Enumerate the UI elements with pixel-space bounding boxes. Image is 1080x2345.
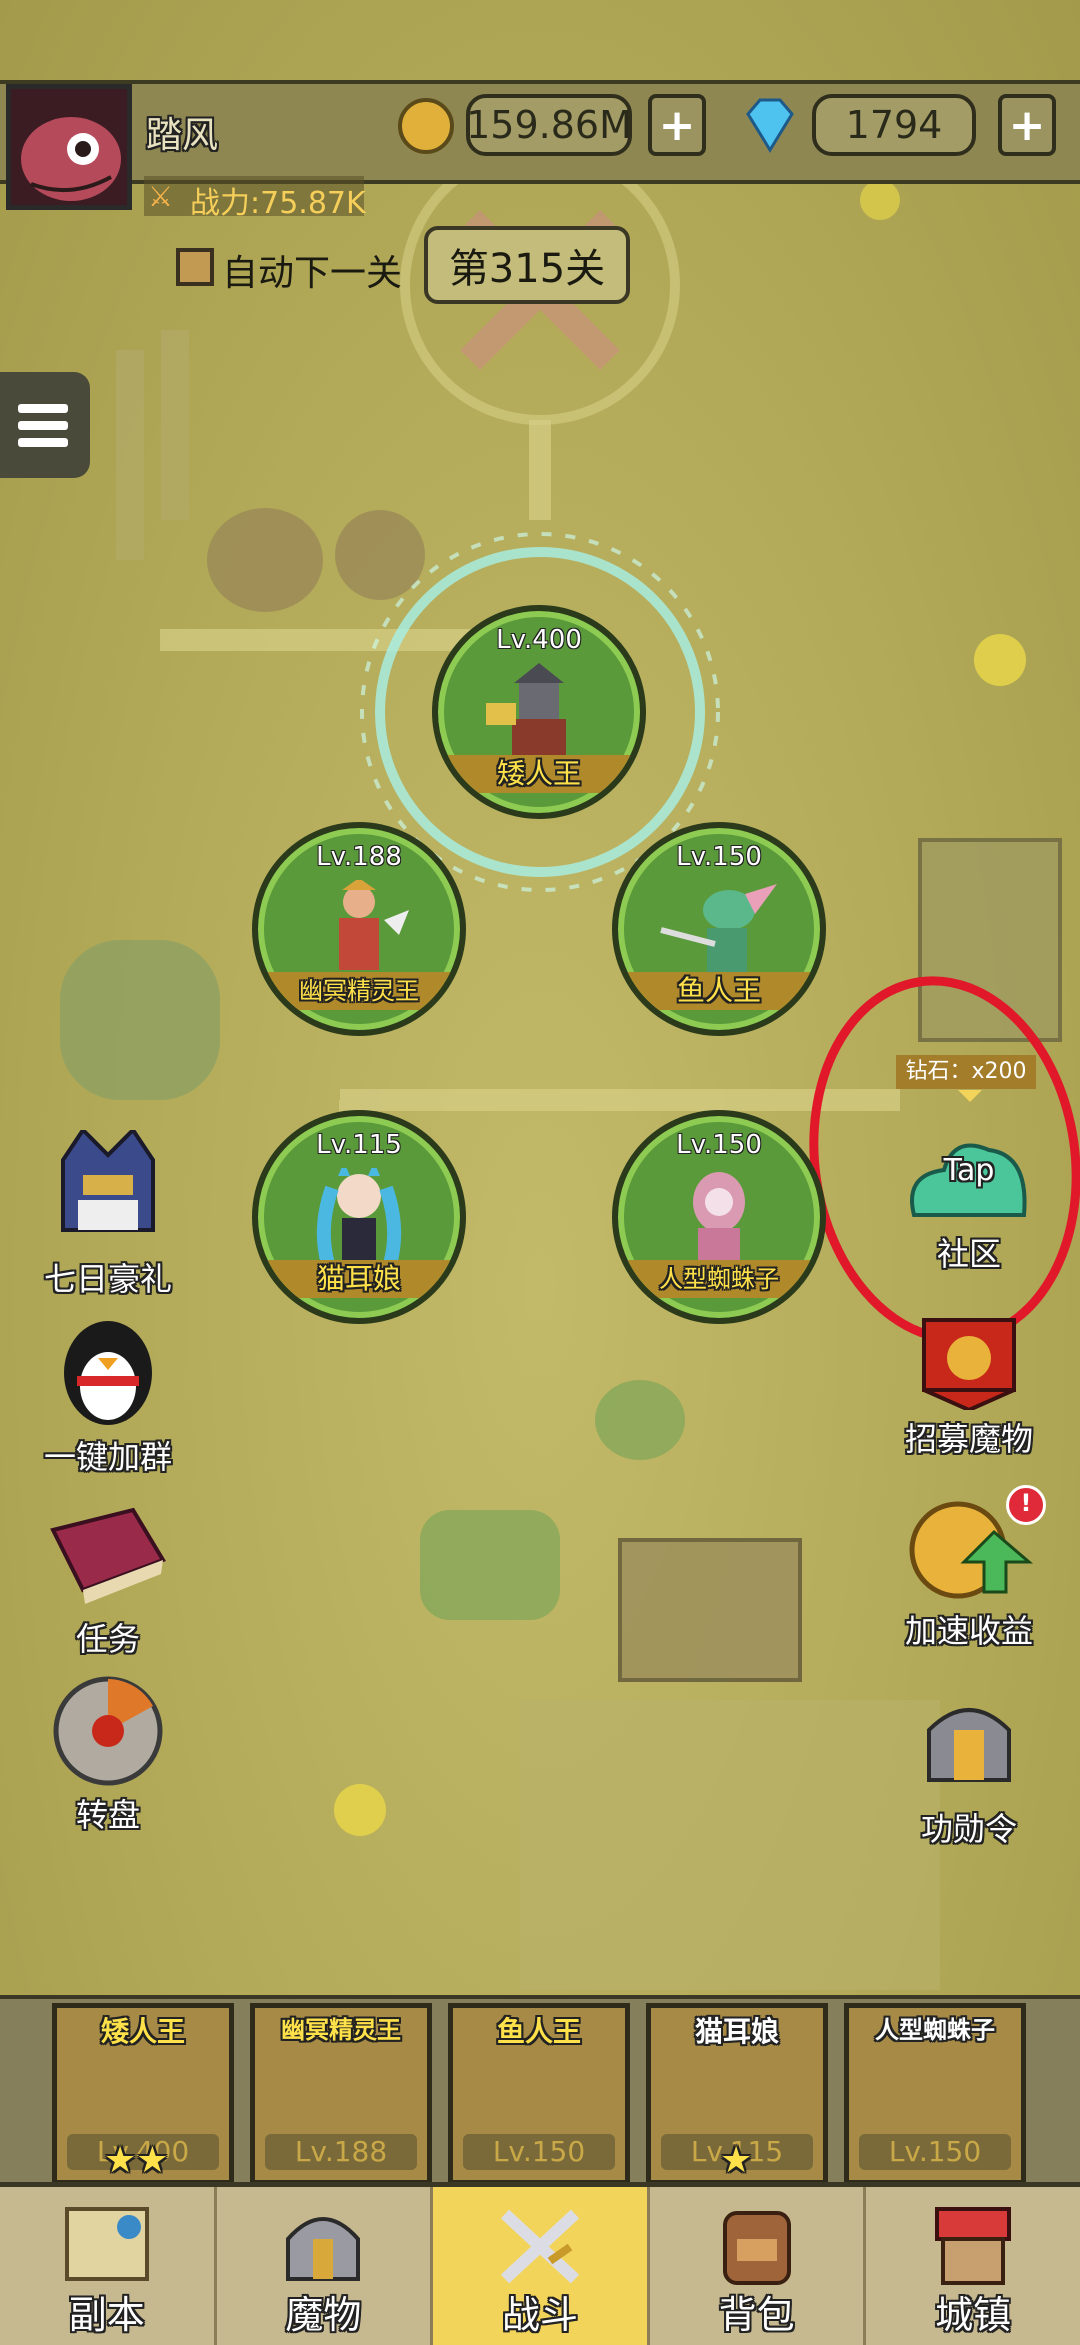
team-card-level: Lv.188	[265, 2134, 417, 2170]
tab-label: 副本	[68, 2293, 145, 2337]
power-icon: ⚔	[148, 180, 174, 213]
roulette-wheel-icon	[53, 1676, 163, 1786]
shop-icon	[935, 2207, 1012, 2285]
star-rating-icon: ★★	[104, 2140, 169, 2181]
monster-node-dwarf-king[interactable]: Lv.400 矮人王	[432, 605, 646, 819]
team-card-level: Lv.150	[859, 2134, 1011, 2170]
team-card-level: Lv.150	[463, 2134, 615, 2170]
tasks-button[interactable]: 任务	[33, 1500, 183, 1660]
tab-battle[interactable]: 战斗	[433, 2187, 650, 2345]
tasks-label: 任务	[75, 1620, 140, 1658]
gold-helmet-icon	[927, 1708, 1011, 1782]
power-value: 战力:75.87K	[190, 186, 366, 221]
tab-label: 战斗	[501, 2293, 578, 2337]
merit-order-button[interactable]: 功勋令	[894, 1690, 1044, 1850]
wheel-label: 转盘	[75, 1796, 140, 1834]
hamburger-icon	[18, 404, 68, 447]
backpack-icon	[722, 2211, 791, 2285]
team-card-name: 鱼人王	[496, 2015, 581, 2048]
monster-name: 鱼人王	[628, 972, 810, 1010]
tab-town[interactable]: 城镇	[866, 2187, 1080, 2345]
monster-level: Lv.115	[316, 1130, 402, 1160]
team-card-fishman-king[interactable]: 鱼人王 Lv.150	[448, 2003, 630, 2185]
team-card-nether-elf-king[interactable]: 幽冥精灵王 Lv.188	[250, 2003, 432, 2185]
banner-helmet-icon	[922, 1318, 1016, 1413]
lizard-avatar-icon	[21, 117, 121, 201]
elf-king-icon	[339, 880, 409, 970]
auto-next-label: 自动下一关	[222, 253, 403, 294]
monster-level: Lv.150	[676, 842, 762, 872]
team-card-name: 矮人王	[100, 2015, 185, 2048]
monster-name: 幽冥精灵王	[268, 972, 450, 1010]
community-button[interactable]: Tap 社区	[894, 1125, 1044, 1275]
diamond-icon	[746, 98, 794, 153]
monster-node-spider-girl[interactable]: Lv.150 人型蜘蛛子	[612, 1110, 826, 1324]
current-stage[interactable]: 第315关	[424, 226, 630, 304]
team-card-name: 人型蜘蛛子	[875, 2016, 995, 2044]
community-reward-tag: 钻石：x200	[896, 1055, 1036, 1089]
tab-label: 魔物	[285, 2293, 362, 2337]
spider-girl-icon	[693, 1172, 745, 1264]
star-rating-icon: ★	[720, 2140, 753, 2181]
community-label: 社区	[936, 1235, 1001, 1273]
recruit-monster-button[interactable]: 招募魔物	[894, 1310, 1044, 1460]
reward-pointer-icon	[958, 1090, 982, 1102]
seven-day-gift-button[interactable]: 七日豪礼	[33, 1126, 183, 1300]
gold-amount: 159.86M	[466, 94, 632, 156]
join-group-label: 一键加群	[43, 1438, 172, 1476]
helmet-icon	[286, 2217, 361, 2281]
monster-level: Lv.150	[676, 1130, 762, 1160]
crossed-swords-icon	[500, 2209, 580, 2284]
bottom-nav: 副本 魔物 战斗 背包 城镇	[0, 2182, 1080, 2345]
knight-helmet-icon	[61, 1126, 155, 1232]
add-diamonds-button[interactable]: +	[998, 94, 1056, 156]
fishman-king-icon	[660, 884, 777, 972]
cat-girl-icon	[316, 1168, 402, 1266]
wheel-button[interactable]: 转盘	[33, 1676, 183, 1836]
merit-order-label: 功勋令	[920, 1810, 1017, 1848]
recruit-monster-label: 招募魔物	[904, 1420, 1033, 1458]
tab-dungeon[interactable]: 副本	[0, 2187, 217, 2345]
team-card-spider-girl[interactable]: 人型蜘蛛子 Lv.150	[844, 2003, 1026, 2185]
monster-node-cat-girl[interactable]: Lv.115 猫耳娘	[252, 1110, 466, 1324]
map-scroll-icon	[64, 2207, 149, 2281]
monster-node-fishman-king[interactable]: Lv.150 鱼人王	[612, 822, 826, 1036]
seven-day-gift-label: 七日豪礼	[43, 1260, 172, 1298]
tab-label: 城镇	[935, 2293, 1012, 2337]
tab-monsters[interactable]: 魔物	[217, 2187, 434, 2345]
monster-level: Lv.188	[316, 842, 402, 872]
player-name: 踏风	[146, 115, 219, 156]
speed-up-income-label: 加速收益	[904, 1612, 1033, 1650]
monster-name: 猫耳娘	[268, 1260, 450, 1298]
tab-backpack[interactable]: 背包	[650, 2187, 867, 2345]
book-icon	[50, 1507, 166, 1604]
join-group-button[interactable]: 一键加群	[33, 1318, 183, 1478]
penguin-icon	[64, 1321, 152, 1425]
gold-coin-icon	[398, 98, 454, 154]
alert-badge-icon: !	[1006, 1485, 1046, 1525]
tap-label: Tap	[943, 1153, 995, 1188]
monster-name: 人型蜘蛛子	[628, 1260, 810, 1298]
monster-name: 矮人王	[448, 755, 630, 793]
team-card-name: 幽冥精灵王	[281, 2016, 401, 2044]
diamond-amount: 1794	[812, 94, 976, 156]
dwarf-king-icon	[486, 663, 566, 759]
monster-node-nether-elf-king[interactable]: Lv.188 幽冥精灵王	[252, 822, 466, 1036]
add-gold-button[interactable]: +	[648, 94, 706, 156]
player-avatar[interactable]	[6, 84, 132, 210]
menu-button[interactable]	[0, 372, 90, 478]
monster-level: Lv.400	[496, 625, 582, 655]
team-card-name: 猫耳娘	[694, 2015, 779, 2048]
tab-label: 背包	[718, 2293, 795, 2337]
auto-next-checkbox[interactable]	[176, 248, 214, 286]
